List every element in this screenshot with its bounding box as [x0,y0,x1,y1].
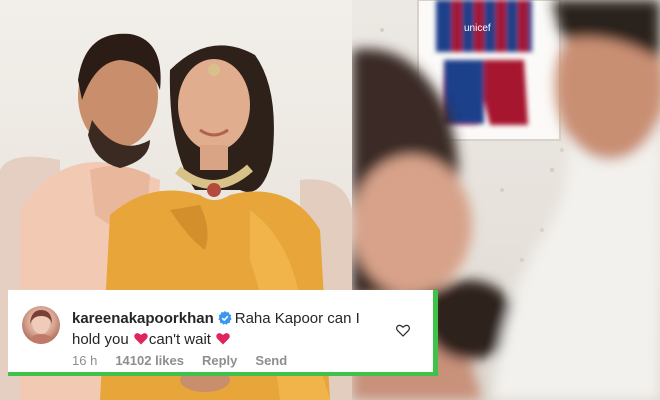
comment-highlight-frame: kareenakapoorkhan Raha Kapoor can I hold … [8,290,438,376]
comment-username[interactable]: kareenakapoorkhan [72,310,214,327]
jersey-brand-text: unicef [464,23,491,34]
commenter-avatar[interactable] [22,306,60,344]
comment-text: kareenakapoorkhan Raha Kapoor can I hold … [72,308,372,350]
instagram-comment: kareenakapoorkhan Raha Kapoor can I hold … [8,290,433,372]
red-heart-emoji-2 [216,333,230,345]
avatar-portrait-icon [28,310,54,344]
red-heart-emoji-1 [134,333,148,345]
comment-text-part2: can't wait [148,331,211,348]
heart-outline-icon[interactable] [396,324,410,337]
reply-button[interactable]: Reply [202,353,237,369]
verified-badge-icon [218,311,232,325]
send-button[interactable]: Send [255,353,287,369]
comment-likes[interactable]: 14102 likes [115,353,184,369]
comment-meta: 16 h 14102 likes Reply Send [72,353,287,369]
comment-time: 16 h [72,353,98,368]
